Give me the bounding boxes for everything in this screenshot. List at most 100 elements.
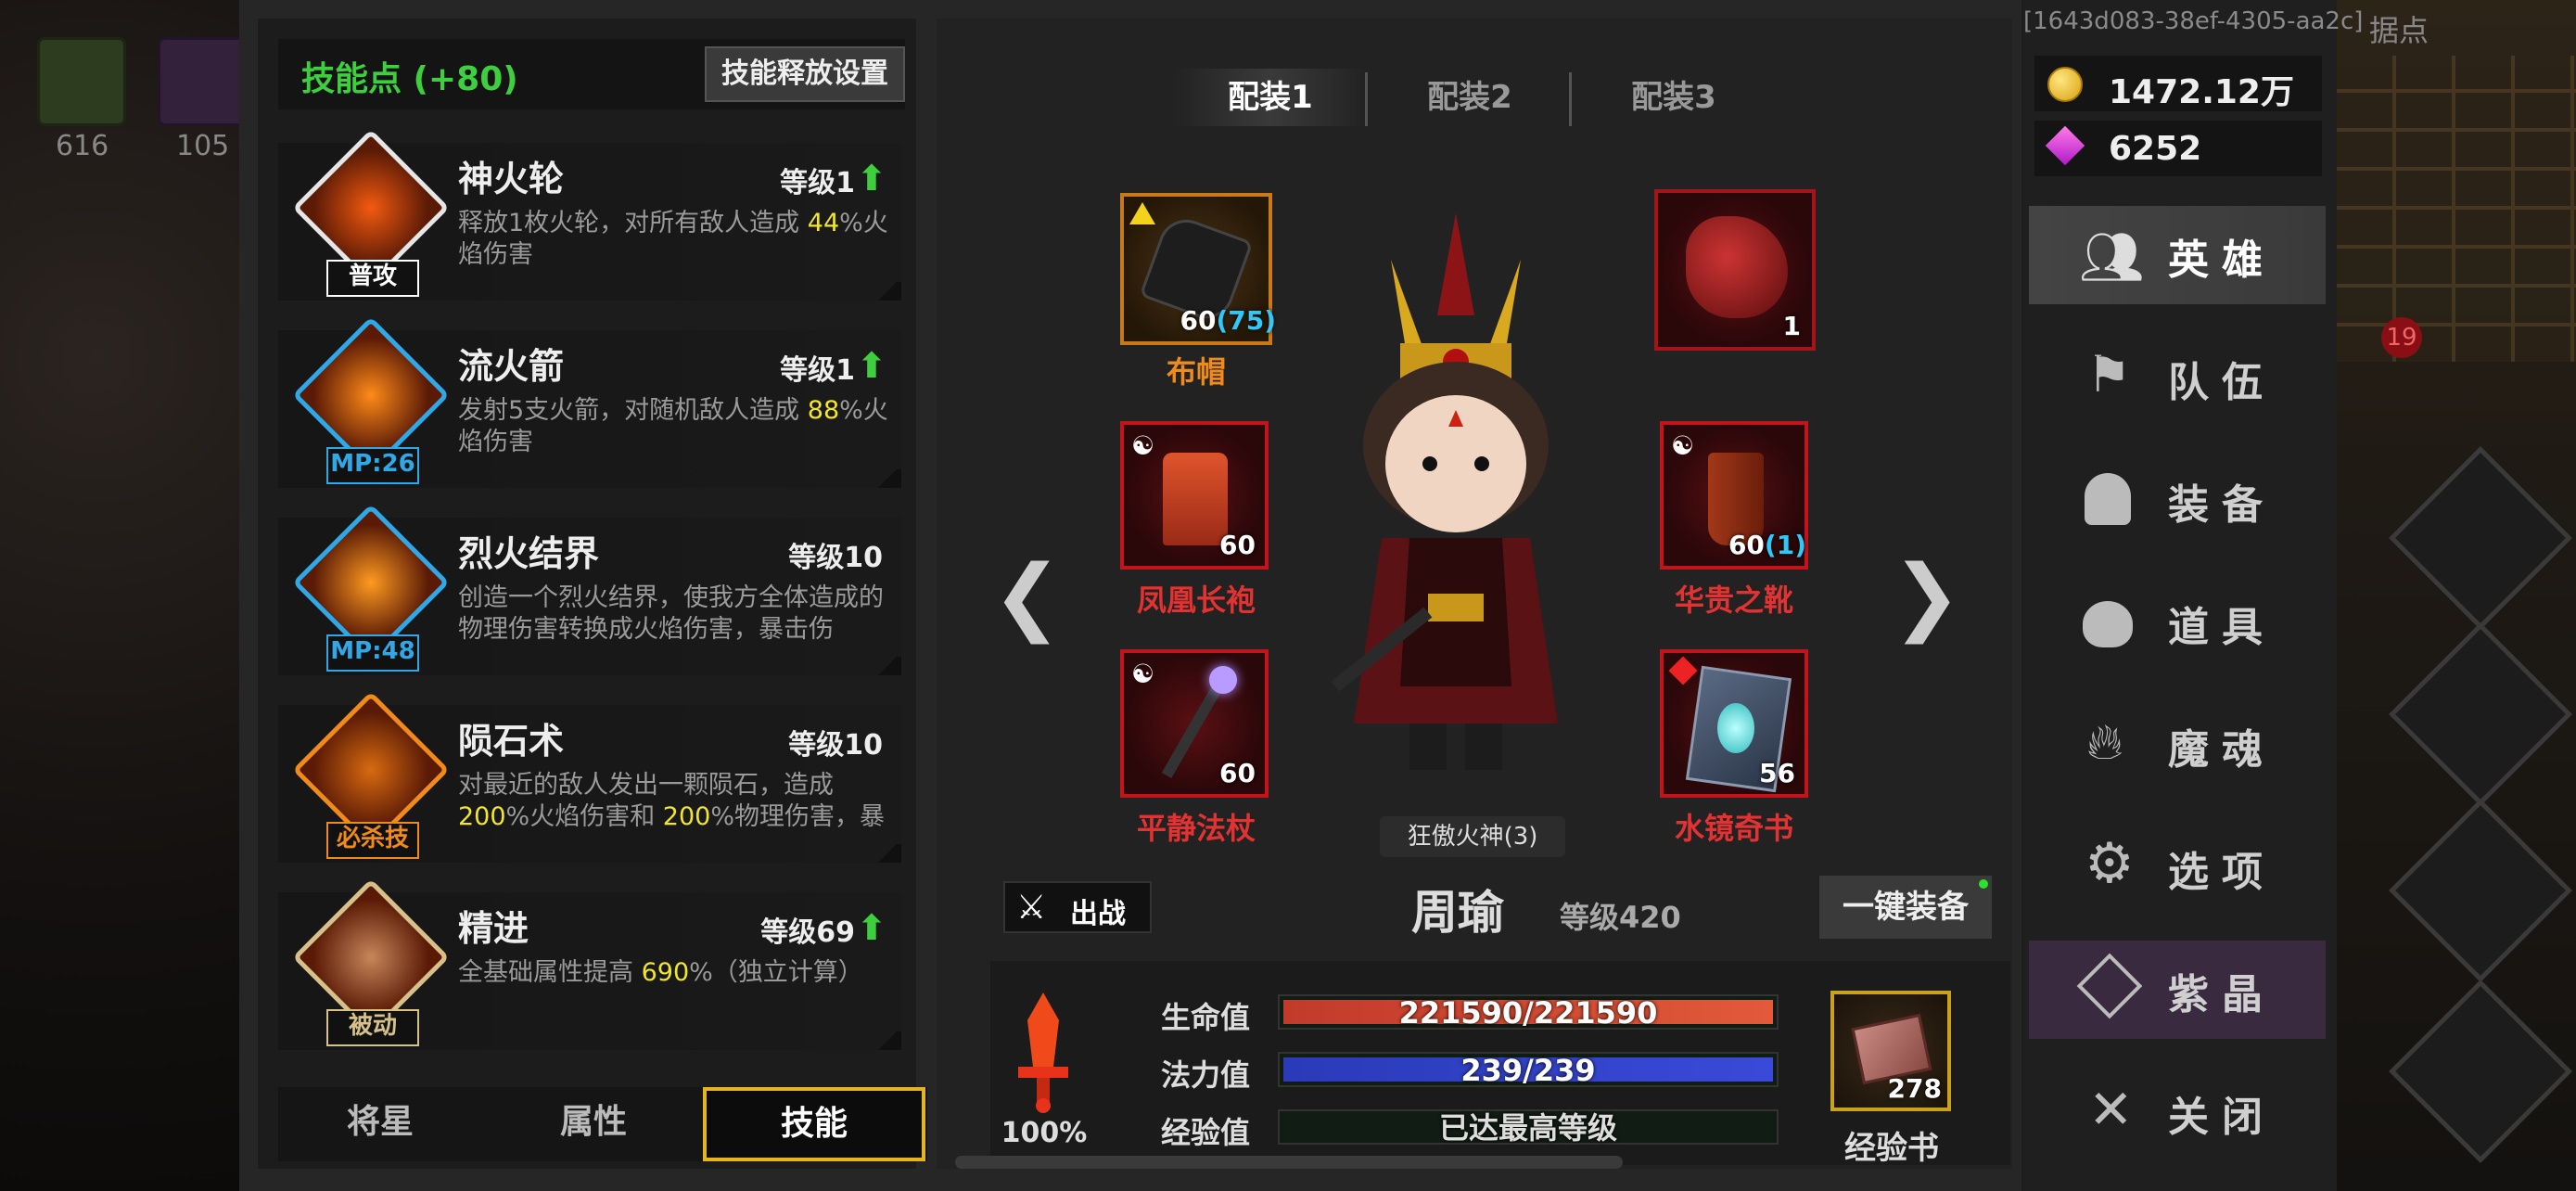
upgrade-arrow-icon[interactable]: ⬆ (857, 345, 886, 386)
skill-desc-post: %物理伤害，暴 (710, 802, 885, 831)
rarity-triangle-icon (1129, 202, 1155, 224)
bag-icon (2083, 601, 2133, 647)
robe-icon (1163, 453, 1228, 545)
tab-stars[interactable]: 将星 (297, 1087, 464, 1161)
menu-items-label: 道具 (2168, 604, 2276, 651)
menu-soul[interactable]: 🔥︎ 魔魂 (2029, 696, 2326, 794)
exp-bar: 已达最高等级 (1278, 1109, 1779, 1145)
world-item-slot-1[interactable] (37, 37, 126, 126)
gear-icon: ⚙ (2085, 831, 2135, 896)
skill-description: 发射5支火箭，对随机敌人造成 88%火焰伤害 (458, 395, 888, 460)
skill-desc-value-1: 690 (641, 958, 690, 987)
equip-slot-pet[interactable]: 1 (1654, 189, 1816, 351)
mp-bar: 239/239 (1278, 1052, 1779, 1087)
skill-level: 等级1 (780, 167, 855, 199)
skill-card[interactable]: MP:26 流火箭 等级1 ⬆ 发射5支火箭，对随机敌人造成 88%火焰伤害 (278, 316, 901, 488)
loadout-tab-3[interactable]: 配装3 (1576, 69, 1771, 126)
skill-desc-value-2: 200 (662, 802, 711, 831)
skill-description: 创造一个烈火结界，使我方全体造成的物理伤害转换成火焰伤害，暴击伤 (458, 583, 888, 647)
upgrade-arrow-icon[interactable]: ⬆ (857, 907, 886, 948)
equip-slot-hat[interactable]: 60(75) (1120, 193, 1276, 345)
skill-name: 陨石术 (458, 721, 565, 762)
game-world-left (0, 0, 241, 1191)
exp-value: 已达最高等级 (1438, 1110, 1617, 1146)
menu-equipment-label: 装备 (2168, 481, 2276, 529)
loadout-tab-1[interactable]: 配装1 (1173, 69, 1368, 126)
staff-level: 60 (1219, 758, 1256, 788)
skill-name: 神火轮 (458, 159, 565, 199)
card-corner (874, 282, 901, 301)
equip-slot-boots[interactable]: ☯ 60(1) (1660, 421, 1808, 570)
skill-tag: MP:26 (326, 447, 419, 484)
skill-release-settings-button[interactable]: 技能释放设置 (705, 46, 905, 102)
yin-yang-icon: ☯ (1131, 659, 1155, 689)
equip-slot-book[interactable]: 56 (1660, 649, 1808, 798)
menu-team[interactable]: ⚑ 队伍 (2029, 328, 2326, 427)
deploy-button[interactable]: ⚔ 出战 (1003, 881, 1152, 933)
enemy-level-badge: 19 (2381, 317, 2422, 358)
equip-name-boots: 华贵之靴 (1674, 583, 1793, 618)
skill-desc-pre: 创造一个烈火结界，使我方全体造成的物理伤害转换成火焰伤害，暴击伤 (458, 583, 884, 644)
menu-options[interactable]: ⚙ 选项 (2029, 818, 2326, 916)
equip-name-staff: 平静法杖 (1136, 811, 1256, 846)
prev-hero-arrow-icon[interactable]: ❮ (992, 547, 1062, 645)
skill-level: 等级69 (760, 916, 855, 949)
equip-slot-staff[interactable]: ☯ 60 (1120, 649, 1269, 798)
exp-label: 经验值 (1161, 1115, 1251, 1150)
equip-name-book: 水镜奇书 (1674, 811, 1793, 846)
skill-desc-pre: 对最近的敌人发出一颗陨石，造成 (458, 771, 834, 800)
hp-value: 221590/221590 (1398, 995, 1658, 1031)
deploy-label: 出战 (1070, 898, 1126, 930)
menu-equipment[interactable]: 装备 (2029, 451, 2326, 549)
world-item-count-2: 105 (176, 130, 230, 162)
skill-desc-value-1: 200 (458, 802, 506, 831)
loadout-tab-2[interactable]: 配装2 (1372, 69, 1567, 126)
skill-desc-value-1: 88 (807, 396, 840, 425)
skill-desc-mid: %火焰伤害和 (505, 802, 663, 831)
menu-soul-label: 魔魂 (2168, 726, 2276, 774)
menu-options-label: 选项 (2168, 849, 2276, 896)
skill-card[interactable]: 普攻 神火轮 等级1 ⬆ 释放1枚火轮，对所有敌人造成 44%火焰伤害 (278, 129, 901, 301)
hero-level: 等级420 (1560, 900, 1681, 935)
red-gem-icon (1668, 656, 1698, 685)
crystal-icon (2076, 953, 2143, 1019)
menu-items[interactable]: 道具 (2029, 573, 2326, 672)
skill-name: 精进 (458, 908, 529, 949)
card-corner (874, 469, 901, 488)
hp-bar: 221590/221590 (1278, 994, 1779, 1030)
skill-desc-pre: 发射5支火箭，对随机敌人造成 (458, 396, 808, 425)
gold-amount: 1472.12万 (2109, 73, 2294, 111)
boots-bonus: (1) (1764, 530, 1806, 560)
skill-description: 对最近的敌人发出一颗陨石，造成 200%火焰伤害和 200%物理伤害，暴 (458, 770, 888, 835)
world-item-slot-2[interactable] (158, 37, 247, 126)
exp-book-slot[interactable]: 278 (1830, 991, 1951, 1111)
card-corner (874, 844, 901, 863)
menu-close[interactable]: ✕ 关闭 (2029, 1063, 2326, 1161)
menu-crystal-label: 紫晶 (2168, 971, 2276, 1018)
power-percent: 100% (1001, 1117, 1088, 1149)
skill-card[interactable]: 必杀技 陨石术 等级10 对最近的敌人发出一颗陨石，造成 200%火焰伤害和 200%… (278, 691, 901, 863)
skill-card[interactable]: MP:48 烈火结界 等级10 创造一个烈火结界，使我方全体造成的物理伤害转换成火焰伤… (278, 504, 901, 675)
hat-bonus: (75) (1216, 305, 1276, 336)
hero-icon: 👥︎ (2079, 227, 2146, 288)
skill-tag: 普攻 (326, 260, 419, 297)
upgrade-arrow-icon[interactable]: ⬆ (857, 158, 886, 198)
skill-card[interactable]: 被动 精进 等级69 ⬆ 全基础属性提高 690%（独立计算） (278, 878, 901, 1050)
loadout-divider (1365, 72, 1368, 126)
menu-close-label: 关闭 (2168, 1094, 2276, 1141)
equip-all-button[interactable]: 一键装备 (1819, 876, 1992, 939)
next-hero-arrow-icon[interactable]: ❯ (1892, 547, 1961, 645)
tab-attributes[interactable]: 属性 (510, 1087, 677, 1161)
tab-skills[interactable]: 技能 (703, 1087, 925, 1161)
flame-icon: 🔥︎ (2086, 712, 2123, 771)
minimap-grid (2337, 56, 2576, 362)
close-icon: ✕ (2088, 1078, 2134, 1141)
mp-value: 239/239 (1460, 1053, 1596, 1088)
horizontal-scrollbar[interactable] (955, 1156, 1623, 1169)
menu-hero[interactable]: 👥︎ 英雄 (2029, 206, 2326, 304)
skill-tag: MP:48 (326, 634, 419, 672)
equip-slot-robe[interactable]: ☯ 60 (1120, 421, 1269, 570)
menu-crystal[interactable]: 紫晶 (2029, 941, 2326, 1039)
book-mirror (1717, 703, 1754, 753)
hero-figure (1298, 204, 1613, 798)
